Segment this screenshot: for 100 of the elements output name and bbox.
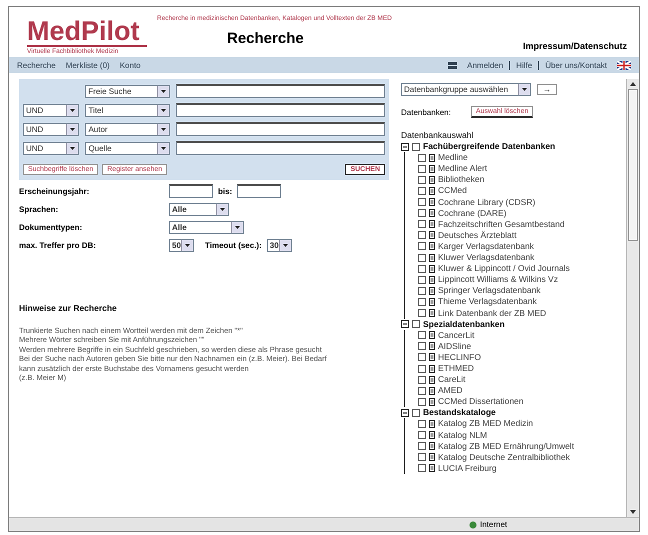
checkbox[interactable] — [418, 198, 426, 206]
filter-label: Sprachen: — [19, 205, 60, 214]
checkbox[interactable] — [418, 364, 426, 373]
grid-icon[interactable] — [448, 62, 458, 68]
database-item[interactable]: CareLit — [438, 374, 466, 386]
database-item[interactable]: Cochrane (DARE) — [438, 208, 506, 219]
database-icon — [429, 353, 435, 362]
input-field[interactable] — [176, 84, 385, 98]
database-item[interactable]: Bibliotheken — [438, 174, 484, 186]
group-label[interactable]: Bestandskataloge — [423, 407, 496, 418]
checkbox[interactable] — [418, 187, 426, 196]
database-item[interactable]: Medline — [438, 152, 468, 164]
database-item[interactable]: Lippincott Williams & Wilkins Vz — [438, 274, 558, 286]
database-item[interactable]: Link Datenbank der ZB MED — [438, 308, 546, 319]
group-dropdown[interactable]: Datenbankgruppe auswählen — [401, 83, 531, 96]
database-item[interactable]: Katalog Deutsche Zentralbibliothek — [438, 452, 570, 463]
filter-dropdown[interactable]: Alle — [169, 203, 229, 216]
checkbox[interactable] — [418, 164, 426, 173]
database-icon — [429, 154, 435, 162]
flag-icon[interactable] — [617, 60, 631, 70]
checkbox[interactable] — [418, 442, 426, 450]
expander-icon[interactable] — [401, 320, 409, 328]
database-item[interactable]: LUCIA Freiburg — [438, 462, 497, 474]
checkbox[interactable] — [412, 142, 420, 151]
year-field[interactable] — [237, 184, 282, 198]
checkbox[interactable] — [418, 298, 426, 306]
database-item[interactable]: Springer Verlagsdatenbank — [438, 285, 541, 296]
checkbox[interactable] — [418, 431, 426, 440]
checkbox[interactable] — [418, 331, 426, 340]
input-field[interactable] — [176, 141, 385, 155]
filter-dropdown[interactable]: 30 — [266, 239, 292, 252]
operator-dropdown[interactable]: UND — [23, 122, 80, 136]
database-item[interactable]: Cochrane Library (CDSR) — [438, 196, 536, 208]
checkbox[interactable] — [418, 386, 426, 395]
expander-icon[interactable] — [401, 408, 409, 417]
database-item[interactable]: ETHMED — [438, 362, 474, 374]
database-item[interactable]: Katalog ZB MED Medizin — [438, 418, 533, 430]
database-icon — [429, 464, 435, 472]
database-item[interactable]: HECLINFO — [438, 352, 481, 363]
database-item[interactable]: Karger Verlagsdatenbank — [438, 240, 534, 252]
status-zone: Internet — [480, 520, 508, 529]
input-field[interactable] — [176, 122, 385, 136]
nav-link[interactable]: Über uns/Kontakt — [538, 60, 607, 70]
nav-link[interactable]: Recherche — [17, 60, 56, 70]
checkbox[interactable] — [418, 286, 426, 295]
database-item[interactable]: Kluwer Verlagsdatenbank — [438, 252, 534, 264]
field-dropdown[interactable]: Quelle — [85, 142, 170, 154]
checkbox[interactable] — [412, 408, 420, 417]
group-label[interactable]: Spezialdatenbanken — [423, 318, 505, 330]
checkbox[interactable] — [418, 276, 426, 284]
group-label[interactable]: Fachübergreifende Datenbanken — [423, 141, 556, 152]
checkbox[interactable] — [418, 353, 426, 362]
filter-dropdown[interactable]: 50 — [169, 239, 194, 252]
database-item[interactable]: CCMed Dissertationen — [438, 396, 524, 408]
database-item[interactable]: CCMed — [438, 185, 467, 197]
database-item[interactable]: Thieme Verlagsdatenbank — [438, 296, 537, 308]
database-item[interactable]: CancerLit — [438, 330, 474, 341]
database-item[interactable]: Kluwer & Lippincott / Ovid Journals — [438, 263, 570, 274]
imprint-link[interactable]: Impressum/Datenschutz — [522, 41, 627, 55]
checkbox[interactable] — [418, 154, 426, 162]
input-field[interactable] — [176, 103, 385, 117]
database-icon — [429, 420, 435, 428]
database-item[interactable]: Medline Alert — [438, 163, 488, 174]
operator-dropdown[interactable]: UND — [23, 104, 80, 116]
checkbox[interactable] — [418, 209, 426, 218]
checkbox[interactable] — [418, 242, 426, 250]
field-dropdown[interactable]: Freie Suche — [85, 84, 170, 98]
database-item[interactable]: Fachzeitschriften Gesamtbestand — [438, 218, 565, 230]
checkbox[interactable] — [418, 342, 426, 350]
checkbox[interactable] — [418, 176, 426, 184]
go-button[interactable]: → — [537, 84, 557, 95]
database-item[interactable]: Katalog NLM — [438, 430, 488, 441]
nav-link[interactable]: Hilfe — [509, 60, 532, 70]
filter-label: Erscheinungsjahr: — [19, 186, 90, 196]
field-dropdown[interactable]: Titel — [85, 104, 170, 116]
database-item[interactable]: AIDSline — [438, 340, 472, 352]
nav-link[interactable]: Anmelden — [467, 60, 504, 70]
checkbox[interactable] — [418, 220, 426, 228]
scrollbar-thumb[interactable] — [628, 89, 638, 241]
expander-icon[interactable] — [401, 142, 409, 151]
checkbox[interactable] — [418, 254, 426, 262]
operator-dropdown[interactable]: UND — [23, 142, 80, 154]
database-item[interactable]: AMED — [438, 385, 463, 396]
checkbox[interactable] — [418, 264, 426, 273]
database-item[interactable]: Katalog ZB MED Ernährung/Umwelt — [438, 440, 574, 452]
field-dropdown[interactable]: Autor — [85, 122, 170, 136]
checkbox[interactable] — [418, 309, 426, 318]
nav-link[interactable]: Konto — [120, 60, 141, 70]
nav-link[interactable]: Merkliste (0) — [66, 60, 110, 70]
filter-dropdown[interactable]: Alle — [169, 221, 244, 234]
checkbox[interactable] — [418, 453, 426, 462]
checkbox[interactable] — [418, 398, 426, 406]
database-icon — [429, 242, 435, 250]
checkbox[interactable] — [418, 420, 426, 428]
checkbox[interactable] — [418, 231, 426, 240]
year-field[interactable] — [169, 184, 213, 198]
checkbox[interactable] — [412, 320, 420, 328]
checkbox[interactable] — [418, 464, 426, 472]
database-item[interactable]: Deutsches Ärzteblatt — [438, 230, 516, 241]
checkbox[interactable] — [418, 376, 426, 384]
